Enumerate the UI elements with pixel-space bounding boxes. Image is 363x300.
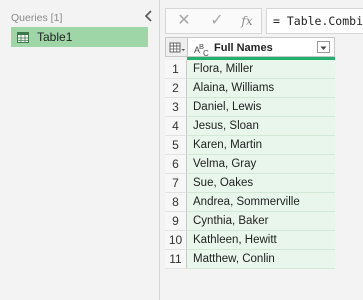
table-row: 5 Karen, Martin (165, 136, 335, 155)
table-row: 3 Daniel, Lewis (165, 98, 335, 117)
table-row: 6 Velma, Gray (165, 155, 335, 174)
table-cell[interactable]: Alaina, Williams (187, 79, 335, 98)
table-row: 8 Andrea, Sommerville (165, 193, 335, 212)
queries-header: Queries [1] (11, 12, 63, 24)
chevron-left-icon (144, 10, 152, 22)
table-menu-button[interactable] (165, 37, 187, 57)
table-row: 2 Alaina, Williams (165, 79, 335, 98)
fx-icon[interactable]: fx (239, 13, 255, 29)
table-row: 9 Cynthia, Baker (165, 212, 335, 231)
table-row: 4 Jesus, Sloan (165, 117, 335, 136)
row-number[interactable]: 2 (165, 79, 187, 98)
table-menu-icon (169, 42, 185, 53)
table-cell[interactable]: Karen, Martin (187, 136, 335, 155)
row-number[interactable]: 3 (165, 98, 187, 117)
table-row: 10 Kathleen, Hewitt (165, 231, 335, 250)
query-item-label: Table1 (37, 30, 73, 44)
query-item-table1[interactable]: Table1 (11, 27, 148, 47)
table-row: 7 Sue, Oakes (165, 174, 335, 193)
row-number[interactable]: 4 (165, 117, 187, 136)
row-number[interactable]: 11 (165, 250, 187, 269)
queries-pane: Queries [1] Table1 (0, 0, 160, 300)
table-cell[interactable]: Jesus, Sloan (187, 117, 335, 136)
table-row: 1 Flora, Miller (165, 60, 335, 79)
confirm-icon[interactable]: ✓ (209, 13, 225, 29)
row-number[interactable]: 7 (165, 174, 187, 193)
header-row: ABC Full Names (165, 37, 335, 60)
filter-dropdown-button[interactable] (317, 41, 330, 53)
table-cell[interactable]: Daniel, Lewis (187, 98, 335, 117)
table-cell[interactable]: Andrea, Sommerville (187, 193, 335, 212)
cancel-icon[interactable]: ✕ (176, 13, 192, 29)
row-number[interactable]: 8 (165, 193, 187, 212)
table-cell[interactable]: Flora, Miller (187, 60, 335, 79)
formula-buttons: ✕ ✓ fx (165, 8, 262, 34)
row-number[interactable]: 1 (165, 60, 187, 79)
text-type-icon[interactable]: ABC (194, 42, 209, 58)
row-number[interactable]: 10 (165, 231, 187, 250)
row-number[interactable]: 6 (165, 155, 187, 174)
table-cell[interactable]: Kathleen, Hewitt (187, 231, 335, 250)
chevron-down-icon (320, 46, 327, 50)
column-header-full-names[interactable]: ABC Full Names (187, 37, 335, 58)
table-icon (17, 31, 29, 43)
table-row: 11 Matthew, Conlin (165, 250, 335, 269)
table-cell[interactable]: Sue, Oakes (187, 174, 335, 193)
column-header-label: Full Names (214, 42, 273, 54)
formula-input[interactable]: = Table.Combine (266, 8, 363, 34)
table-cell[interactable]: Cynthia, Baker (187, 212, 335, 231)
collapse-pane-button[interactable] (143, 8, 155, 24)
table-cell[interactable]: Velma, Gray (187, 155, 335, 174)
row-number[interactable]: 5 (165, 136, 187, 155)
table-cell[interactable]: Matthew, Conlin (187, 250, 335, 269)
row-number[interactable]: 9 (165, 212, 187, 231)
formula-bar: ✕ ✓ fx = Table.Combine (165, 8, 363, 34)
